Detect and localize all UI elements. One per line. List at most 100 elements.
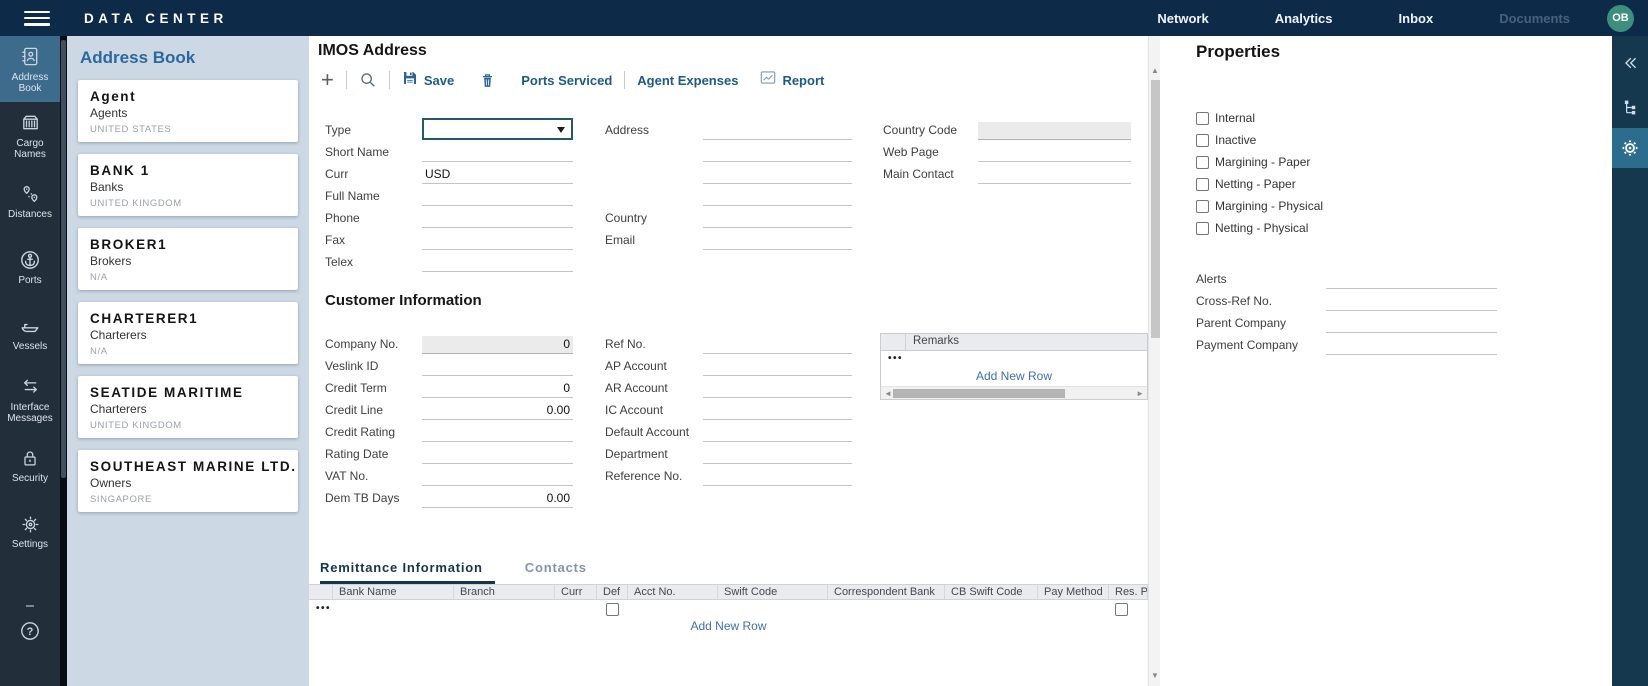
property-checkbox-row-margining-paper[interactable]: Margining - Paper <box>1196 151 1323 173</box>
sidebar-item-settings[interactable]: Settings <box>0 498 60 564</box>
property-checkbox-row-netting-paper[interactable]: Netting - Paper <box>1196 173 1323 195</box>
search-icon[interactable] <box>359 71 377 89</box>
tab-contacts[interactable]: Contacts <box>525 560 587 584</box>
field-input-country[interactable] <box>703 210 852 228</box>
sidebar-item-vessels[interactable]: Vessels <box>0 300 60 366</box>
address-card-seatide-maritime[interactable]: SEATIDE MARITIMECharterersUNITED KINGDOM <box>78 376 298 438</box>
field-input-curr[interactable]: USD <box>422 166 573 184</box>
field-input-phone[interactable] <box>422 210 573 228</box>
row-menu-dots-icon[interactable]: ••• <box>888 353 903 364</box>
user-avatar[interactable]: OB <box>1607 5 1634 32</box>
property-checkbox-row-inactive[interactable]: Inactive <box>1196 129 1323 151</box>
field-input-rating-date[interactable] <box>422 446 573 464</box>
save-button[interactable]: Save <box>402 70 454 91</box>
settings-gear-icon[interactable] <box>1612 128 1648 168</box>
property-checkbox-row-internal[interactable]: Internal <box>1196 107 1323 129</box>
card-type: Banks <box>90 180 286 194</box>
property-checkbox-row-margining-physical[interactable]: Margining - Physical <box>1196 195 1323 217</box>
field-label-parent-company: Parent Company <box>1196 315 1326 331</box>
scroll-right-arrow-icon[interactable]: ► <box>1136 389 1144 398</box>
checkbox-internal[interactable] <box>1196 112 1209 125</box>
sidebar-item-distances[interactable]: Distances <box>0 168 60 234</box>
scroll-left-arrow-icon[interactable]: ◄ <box>884 389 892 398</box>
field-input-alerts[interactable] <box>1326 271 1497 289</box>
address-card-southeast-marine-ltd[interactable]: SOUTHEAST MARINE LTD.OwnersSINGAPORE <box>78 450 298 512</box>
field-input-full-name[interactable] <box>422 188 573 206</box>
field-input-ap-account[interactable] <box>703 358 852 376</box>
property-checkbox-row-netting-physical[interactable]: Netting - Physical <box>1196 217 1323 239</box>
remarks-h-scrollbar[interactable]: ◄ ► <box>881 386 1147 399</box>
field-input-credit-term[interactable]: 0 <box>422 380 573 398</box>
remarks-row[interactable]: ••• <box>881 351 1147 369</box>
field-input-web-page[interactable] <box>978 144 1131 162</box>
tab-remittance-information[interactable]: Remittance Information <box>320 560 495 584</box>
sidebar-item-security[interactable]: Security <box>0 432 60 498</box>
add-icon[interactable]: + <box>321 70 334 90</box>
checkbox-netting-physical[interactable] <box>1196 222 1209 235</box>
res-pb-checkbox[interactable] <box>1115 603 1128 616</box>
help-icon[interactable]: ? <box>0 618 60 644</box>
remarks-add-new-row-link[interactable]: Add New Row <box>881 369 1147 386</box>
sidebar-item-ports[interactable]: Ports <box>0 234 60 300</box>
field-input-department[interactable] <box>703 446 852 464</box>
address-card-charterer1[interactable]: CHARTERER1CharterersN/A <box>78 302 298 364</box>
field-input-ref-no[interactable] <box>703 336 852 354</box>
field-input-parent-company[interactable] <box>1326 315 1497 333</box>
field-input-cont[interactable] <box>703 188 852 206</box>
delete-icon[interactable] <box>480 72 495 89</box>
collapse-dash-icon[interactable] <box>0 594 60 618</box>
nav-analytics[interactable]: Analytics <box>1275 11 1333 26</box>
field-input-address[interactable] <box>703 122 852 140</box>
checkbox-margining-paper[interactable] <box>1196 156 1209 169</box>
field-input-veslink-id[interactable] <box>422 358 573 376</box>
field-input-telex[interactable] <box>422 254 573 272</box>
field-input-payment-company[interactable] <box>1326 337 1497 355</box>
remittance-table-row[interactable]: ••• <box>309 602 1148 619</box>
field-input-credit-rating[interactable] <box>422 424 573 442</box>
report-button[interactable]: Report <box>760 70 824 90</box>
checkbox-margining-physical[interactable] <box>1196 200 1209 213</box>
top-bar: DATA CENTER NetworkAnalyticsInboxDocumen… <box>0 0 1648 36</box>
address-card-agent[interactable]: AgentAgentsUNITED STATES <box>78 80 298 142</box>
main-scrollbar-thumb[interactable] <box>1151 80 1160 338</box>
def-checkbox[interactable] <box>606 603 619 616</box>
field-input-email[interactable] <box>703 232 852 250</box>
sidebar-item-address-book[interactable]: Address Book <box>0 36 60 102</box>
checkbox-netting-paper[interactable] <box>1196 178 1209 191</box>
field-input-credit-line[interactable]: 0.00 <box>422 402 573 420</box>
main-scrollbar[interactable]: ▲ ▼ <box>1148 36 1160 686</box>
field-input-cont[interactable] <box>703 166 852 184</box>
type-dropdown[interactable] <box>422 118 573 140</box>
address-card-broker1[interactable]: BROKER1BrokersN/A <box>78 228 298 290</box>
remarks-scrollbar-thumb[interactable] <box>893 389 1065 398</box>
field-input-short-name[interactable] <box>422 144 573 162</box>
field-input-ar-account[interactable] <box>703 380 852 398</box>
field-input-reference-no[interactable] <box>703 468 852 486</box>
field-input-vat-no[interactable] <box>422 468 573 486</box>
remittance-add-new-row-link[interactable]: Add New Row <box>309 619 1148 636</box>
sidebar-scrollbar-thumb[interactable] <box>61 40 66 478</box>
checkbox-inactive[interactable] <box>1196 134 1209 147</box>
sidebar-item-cargo-names[interactable]: Cargo Names <box>0 102 60 168</box>
field-input-fax[interactable] <box>422 232 573 250</box>
agent-expenses-button[interactable]: Agent Expenses <box>637 73 738 88</box>
field-input-main-contact[interactable] <box>978 166 1131 184</box>
collapse-panel-icon[interactable] <box>1612 44 1648 82</box>
nav-network[interactable]: Network <box>1157 11 1208 26</box>
ports-serviced-button[interactable]: Ports Serviced <box>521 73 612 88</box>
field-input-ic-account[interactable] <box>703 402 852 420</box>
field-input-dem-tb-days[interactable]: 0.00 <box>422 490 573 508</box>
field-input-default-account[interactable] <box>703 424 852 442</box>
field-label-curr: Curr <box>325 166 422 182</box>
row-menu-dots-icon[interactable]: ••• <box>316 603 331 614</box>
sidebar-scrollbar[interactable] <box>60 36 67 686</box>
nav-documents[interactable]: Documents <box>1499 11 1570 26</box>
nav-inbox[interactable]: Inbox <box>1399 11 1434 26</box>
hierarchy-icon[interactable] <box>1612 88 1648 126</box>
field-input-cont[interactable] <box>703 144 852 162</box>
field-label-credit-line: Credit Line <box>325 402 422 418</box>
sidebar-item-interface-messages[interactable]: Interface Messages <box>0 366 60 432</box>
field-input-cross-ref-no[interactable] <box>1326 293 1497 311</box>
address-card-bank-1[interactable]: BANK 1BanksUNITED KINGDOM <box>78 154 298 216</box>
hamburger-menu-icon[interactable] <box>24 11 50 26</box>
